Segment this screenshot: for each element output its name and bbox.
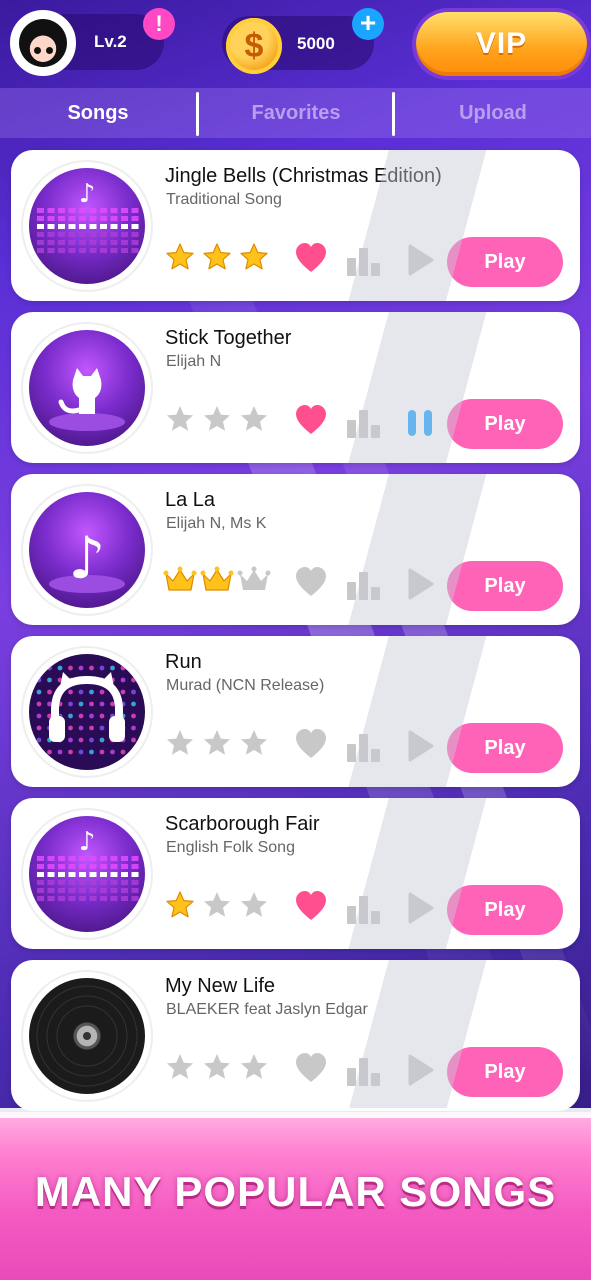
coin-icon: $ [226, 18, 282, 74]
svg-text:♪: ♪ [79, 179, 96, 209]
song-artist: Murad (NCN Release) [166, 677, 325, 694]
song-thumbnail [23, 648, 151, 776]
song-artist: Elijah N, Ms K [166, 515, 267, 532]
star-filled-icon [161, 890, 198, 929]
favorite-heart-icon[interactable] [293, 240, 329, 276]
play-icon[interactable] [406, 568, 434, 600]
song-thumbnail [23, 972, 151, 1100]
favorite-heart-icon[interactable] [293, 564, 329, 600]
play-icon[interactable] [406, 244, 434, 276]
song-card[interactable]: Stick Together Elijah N Play [11, 312, 580, 463]
pause-icon[interactable] [405, 408, 435, 438]
banner-glow [0, 1108, 591, 1118]
song-artist: Elijah N [166, 353, 222, 370]
favorite-heart-icon[interactable] [293, 1050, 329, 1086]
favorite-heart-icon[interactable] [293, 402, 329, 438]
song-card[interactable]: My New Life BLAEKER feat Jaslyn Edgar Pl… [11, 960, 580, 1111]
svg-text:♪: ♪ [79, 827, 96, 857]
star-empty-icon [198, 728, 235, 767]
play-button[interactable]: Play [447, 723, 563, 773]
level-label: Lv.2 [94, 32, 127, 51]
play-icon[interactable] [406, 1054, 434, 1086]
star-empty-icon [235, 890, 272, 929]
cat-spotlight-icon [29, 330, 145, 446]
alert-icon[interactable]: ! [143, 8, 175, 40]
song-card[interactable]: Run Murad (NCN Release) Play [11, 636, 580, 787]
star-empty-icon [235, 728, 272, 767]
star-empty-icon [161, 728, 198, 767]
song-thumbnail: ♪ [23, 486, 151, 614]
top-bar: Lv.2 ! $ 5000 + VIP [0, 0, 591, 88]
star-filled-icon [235, 242, 272, 281]
song-title: Scarborough Fair [165, 813, 320, 835]
crown-filled-icon [198, 566, 235, 603]
leaderboard-icon[interactable] [347, 1056, 381, 1086]
avatar-face-icon [19, 19, 67, 67]
song-thumbnail [23, 324, 151, 452]
equalizer-music-note-icon: ♪ [29, 816, 145, 932]
star-empty-icon [198, 1052, 235, 1091]
rating [161, 566, 273, 602]
star-empty-icon [235, 404, 272, 443]
leaderboard-icon[interactable] [347, 732, 381, 762]
play-button[interactable]: Play [447, 1047, 563, 1097]
tab-favorites[interactable]: Favorites [199, 88, 393, 138]
vinyl-record-icon [29, 978, 145, 1094]
tab-bar: Songs Favorites Upload [0, 88, 591, 138]
avatar-eye [46, 47, 53, 54]
favorite-heart-icon[interactable] [293, 888, 329, 924]
song-card[interactable]: ♪ Scarborough Fair English Folk Song Pla… [11, 798, 580, 949]
song-title: La La [165, 489, 216, 511]
leaderboard-icon[interactable] [347, 246, 381, 276]
star-filled-icon [198, 242, 235, 281]
avatar[interactable] [10, 10, 76, 76]
add-coins-icon[interactable]: + [352, 8, 384, 40]
play-button[interactable]: Play [447, 885, 563, 935]
star-empty-icon [198, 404, 235, 443]
favorite-heart-icon[interactable] [293, 726, 329, 762]
song-title: My New Life [165, 975, 276, 997]
play-button[interactable]: Play [447, 237, 563, 287]
star-empty-icon [235, 1052, 272, 1091]
tab-upload[interactable]: Upload [395, 88, 591, 138]
leaderboard-icon[interactable] [347, 408, 381, 438]
cat-ear-headphones-icon [29, 654, 145, 770]
rating [161, 242, 273, 278]
play-button[interactable]: Play [447, 561, 563, 611]
tab-songs[interactable]: Songs [0, 88, 196, 138]
song-title: Run [165, 651, 202, 673]
play-icon[interactable] [406, 730, 434, 762]
song-card[interactable]: ♪ La La Elijah N, Ms K Play [11, 474, 580, 625]
song-artist: English Folk Song [166, 839, 295, 856]
avatar-eye [34, 47, 41, 54]
rating [161, 1052, 273, 1088]
rating [161, 890, 273, 926]
crown-filled-icon [161, 566, 198, 603]
star-empty-icon [161, 1052, 198, 1091]
song-card[interactable]: ♪ Jingle Bells (Christmas Edition) Tradi… [11, 150, 580, 301]
music-note-spotlight-icon: ♪ [29, 492, 145, 608]
star-filled-icon [161, 242, 198, 281]
star-empty-icon [198, 890, 235, 929]
song-thumbnail: ♪ [23, 810, 151, 938]
song-artist: Traditional Song [166, 191, 282, 208]
play-button[interactable]: Play [447, 399, 563, 449]
svg-text:♪: ♪ [68, 524, 105, 592]
banner-title: MANY POPULAR SONGS [34, 1168, 557, 1215]
song-thumbnail: ♪ [23, 162, 151, 290]
coin-count: 5000 [297, 34, 335, 53]
rating [161, 404, 273, 440]
song-title: Stick Together [165, 327, 292, 349]
leaderboard-icon[interactable] [347, 894, 381, 924]
song-title: Jingle Bells (Christmas Edition) [165, 165, 442, 187]
rating [161, 728, 273, 764]
play-icon[interactable] [406, 892, 434, 924]
leaderboard-icon[interactable] [347, 570, 381, 600]
song-artist: BLAEKER feat Jaslyn Edgar [166, 1001, 368, 1018]
star-empty-icon [161, 404, 198, 443]
vip-label: VIP [475, 27, 528, 60]
crown-empty-icon [235, 566, 272, 603]
equalizer-music-note-icon: ♪ [29, 168, 145, 284]
